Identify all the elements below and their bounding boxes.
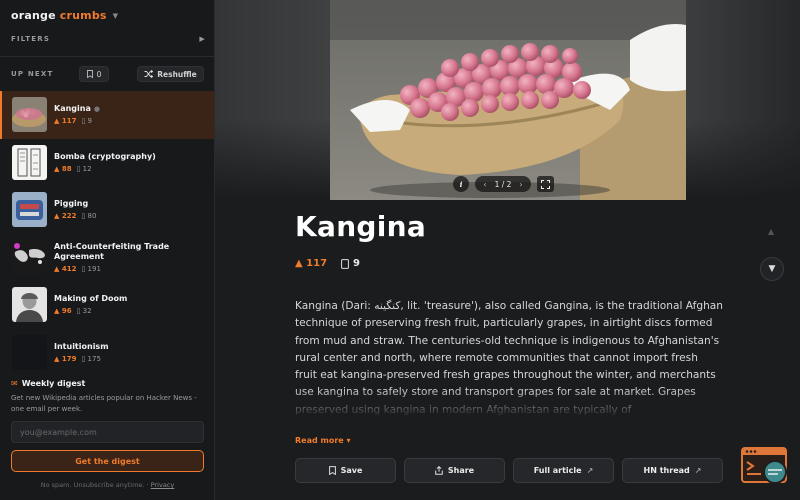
bookmark-icon [86, 70, 93, 78]
comment-icon: ▯ [81, 264, 86, 273]
item-points: 222 [61, 212, 77, 221]
shuffle-icon [144, 70, 154, 78]
article-title: Kangina [295, 210, 427, 243]
share-label: Share [447, 466, 475, 475]
item-comments: 12 [82, 164, 92, 173]
full-article-label: Full article [533, 466, 582, 475]
image-pager: ‹ 1 / 2 › [475, 176, 531, 192]
previous-article-icon[interactable]: ▲ [768, 227, 774, 236]
next-article-button[interactable]: ▼ [760, 257, 784, 281]
saved-count-button[interactable]: 0 [79, 66, 109, 82]
share-icon [435, 466, 443, 475]
logo-word-orange: orange [11, 9, 56, 22]
item-comments: 80 [87, 212, 97, 221]
mail-icon: ✉ [11, 379, 18, 388]
image-controls: i ‹ 1 / 2 › [453, 176, 554, 192]
mascot-icon[interactable] [741, 446, 791, 486]
fineprint: No spam. Unsubscribe anytime. · Privacy [40, 481, 175, 489]
bookmark-icon [328, 466, 336, 475]
comment-icon [341, 258, 349, 269]
item-title: Making of Doom [54, 294, 128, 304]
divider [0, 56, 215, 57]
article-image[interactable] [330, 0, 686, 200]
text-fade [295, 388, 725, 420]
filters-label: FILTERS [11, 35, 51, 43]
full-article-button[interactable]: Full article ↗ [513, 458, 614, 483]
chevron-down-icon: ▼ [112, 11, 119, 20]
saved-count: 0 [96, 69, 102, 79]
save-button[interactable]: Save [295, 458, 396, 483]
digest-description: Get new Wikipedia articles popular on Ha… [11, 394, 197, 413]
reshuffle-label: Reshuffle [157, 69, 197, 79]
thumbnail-acta [12, 239, 47, 275]
current-indicator: ● [93, 105, 100, 114]
thumbnail-bomba [12, 144, 47, 180]
article-points: 117 [306, 258, 328, 269]
item-points: 179 [61, 354, 77, 363]
external-link-icon: ↗ [586, 466, 594, 475]
item-points: 96 [61, 307, 72, 316]
logo-word-crumbs: crumbs [59, 9, 107, 22]
get-digest-button[interactable]: Get the digest [11, 450, 204, 472]
next-image-button[interactable]: › [519, 180, 522, 189]
item-title: Kangina [54, 104, 91, 114]
save-label: Save [340, 466, 363, 475]
privacy-link[interactable]: Privacy [151, 481, 175, 489]
sidebar: orange crumbs ▼ FILTERS ▶ UP NEXT 0 Resh… [0, 0, 215, 500]
article-comments: 9 [353, 258, 361, 269]
thumbnail-pigging [12, 192, 47, 228]
thumbnail-kangina [12, 97, 47, 133]
prev-image-button[interactable]: ‹ [483, 180, 486, 189]
comment-icon: ▯ [81, 117, 86, 126]
item-title: Anti-Counterfeiting Trade Agreement [54, 241, 170, 261]
thumbnail-doom [12, 287, 47, 323]
list-item[interactable]: Making of Doom ▲ 96 ▯ 32 [0, 281, 214, 329]
digest-title: Weekly digest [21, 379, 86, 388]
upnext-header: UP NEXT 0 Reshuffle [11, 66, 204, 82]
comment-icon: ▯ [81, 212, 86, 221]
hn-thread-label: HN thread [643, 466, 690, 475]
item-comments: 9 [87, 117, 93, 126]
image-pager-label: 1 / 2 [494, 179, 512, 189]
item-title: Intuitionism [54, 341, 109, 351]
upnext-list: Kangina● ▲ 117 ▯ 9 Bomba (cryptography) [0, 91, 214, 376]
item-points: 117 [61, 117, 77, 126]
thumbnail-intuitionism [12, 334, 47, 370]
list-item[interactable]: Anti-Counterfeiting Trade Agreement ▲ 41… [0, 234, 214, 282]
item-title: Pigging [54, 199, 89, 209]
item-points: 88 [61, 164, 72, 173]
filters-toggle[interactable]: FILTERS ▶ [11, 35, 206, 43]
app-logo[interactable]: orange crumbs ▼ [11, 9, 118, 22]
list-item[interactable]: Pigging ▲ 222 ▯ 80 [0, 186, 214, 234]
item-points: 412 [61, 264, 77, 273]
item-title: Bomba (cryptography) [54, 151, 156, 161]
fullscreen-icon[interactable] [537, 176, 554, 192]
list-item[interactable]: Bomba (cryptography) ▲ 88 ▯ 12 [0, 139, 214, 187]
chevron-right-icon: ▶ [199, 35, 206, 43]
article-stats: ▲ 117 9 [295, 258, 361, 269]
article-view: i ‹ 1 / 2 › Kangina ▲ 117 9 ▲ ▼ Kangina … [215, 0, 800, 500]
item-comments: 175 [87, 354, 101, 363]
comment-icon: ▯ [76, 307, 81, 316]
share-button[interactable]: Share [404, 458, 505, 483]
fineprint-text: No spam. Unsubscribe anytime. [40, 481, 145, 489]
list-item[interactable]: Intuitionism ▲ 179 ▯ 175 [0, 329, 214, 377]
external-link-icon: ↗ [694, 466, 702, 475]
email-field[interactable] [11, 421, 204, 443]
item-comments: 32 [82, 307, 92, 316]
hn-thread-button[interactable]: HN thread ↗ [622, 458, 723, 483]
list-item[interactable]: Kangina ● ▲ 117 ▯ 9 [0, 91, 214, 139]
weekly-digest: ✉ Weekly digest Get new Wikipedia articl… [11, 379, 204, 415]
article-actions: Save Share Full article ↗ HN thread ↗ [295, 458, 723, 483]
comment-icon: ▯ [81, 354, 86, 363]
info-icon[interactable]: i [453, 176, 469, 192]
item-comments: 191 [87, 264, 101, 273]
reshuffle-button[interactable]: Reshuffle [137, 66, 204, 82]
upnext-label: UP NEXT [11, 70, 54, 78]
read-more-link[interactable]: Read more ▾ [295, 436, 351, 445]
comment-icon: ▯ [76, 164, 81, 173]
